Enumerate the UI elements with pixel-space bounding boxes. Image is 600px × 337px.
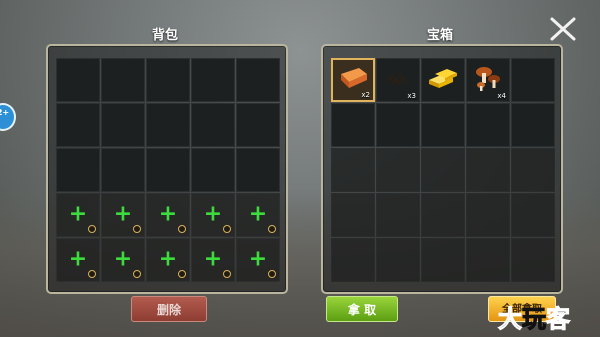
plus-icon: +: [203, 246, 223, 272]
backpack-slot[interactable]: [191, 148, 235, 192]
chest-grid: x2 x3 x4: [331, 58, 555, 282]
watermark-char-1: 大: [498, 304, 523, 334]
locked-slot[interactable]: +: [236, 193, 280, 237]
item-quantity: x4: [497, 92, 506, 100]
chest-slot[interactable]: [331, 193, 375, 237]
locked-slot[interactable]: +: [56, 193, 100, 237]
backpack-panel: + + + + + + + + + +: [46, 44, 288, 294]
unlock-coin-icon: [223, 270, 231, 278]
unlock-coin-icon: [88, 225, 96, 233]
chest-slot[interactable]: [421, 103, 465, 147]
backpack-slot[interactable]: [146, 58, 190, 102]
unlock-coin-icon: [268, 225, 276, 233]
item-quantity: x3: [407, 92, 416, 100]
gold-bars-icon: [427, 66, 459, 94]
chest-slot[interactable]: [376, 103, 420, 147]
chest-slot[interactable]: [511, 58, 555, 102]
locked-slot[interactable]: +: [191, 238, 235, 282]
chest-panel: x2 x3 x4: [321, 44, 563, 294]
backpack-grid: + + + + + + + + + +: [56, 58, 280, 282]
plus-icon: +: [158, 246, 178, 272]
brick-icon: [337, 66, 369, 94]
backpack-slot[interactable]: [236, 148, 280, 192]
chest-slot[interactable]: [466, 103, 510, 147]
plus-icon: +: [113, 246, 133, 272]
plus-icon: +: [113, 201, 133, 227]
unlock-coin-icon: [223, 225, 231, 233]
locked-slot[interactable]: +: [101, 193, 145, 237]
unlock-coin-icon: [133, 270, 141, 278]
chest-slot[interactable]: [511, 193, 555, 237]
chest-slot[interactable]: [331, 238, 375, 282]
chest-slot[interactable]: [421, 148, 465, 192]
chest-slot[interactable]: [511, 148, 555, 192]
backpack-slot[interactable]: [101, 103, 145, 147]
backpack-slot[interactable]: [56, 58, 100, 102]
chest-slot[interactable]: x4: [466, 58, 510, 102]
chest-slot[interactable]: [421, 58, 465, 102]
seeds-icon: [382, 67, 414, 93]
unlock-coin-icon: [178, 225, 186, 233]
locked-slot[interactable]: +: [191, 193, 235, 237]
backpack-slot[interactable]: [236, 103, 280, 147]
chest-slot[interactable]: [376, 238, 420, 282]
plus-icon: +: [68, 201, 88, 227]
backpack-slot[interactable]: [146, 148, 190, 192]
close-icon[interactable]: [549, 16, 577, 42]
locked-slot[interactable]: +: [146, 193, 190, 237]
locked-slot[interactable]: +: [146, 238, 190, 282]
unlock-coin-icon: [88, 270, 96, 278]
chest-slot[interactable]: [331, 148, 375, 192]
chest-slot[interactable]: [421, 238, 465, 282]
watermark-char-3: 客: [546, 304, 571, 334]
take-button[interactable]: 拿 取: [326, 296, 398, 322]
locked-slot[interactable]: +: [101, 238, 145, 282]
chest-slot[interactable]: [376, 148, 420, 192]
delete-button[interactable]: 删除: [131, 296, 207, 322]
plus-icon: +: [158, 201, 178, 227]
chest-slot[interactable]: [331, 103, 375, 147]
plus-icon: +: [248, 201, 268, 227]
backpack-slot[interactable]: [56, 148, 100, 192]
backpack-slot[interactable]: [191, 103, 235, 147]
unlock-coin-icon: [178, 270, 186, 278]
backpack-slot[interactable]: [101, 148, 145, 192]
watermark-char-2: 玩: [522, 304, 547, 334]
chest-slot[interactable]: [421, 193, 465, 237]
chest-slot[interactable]: [466, 238, 510, 282]
backpack-title: 背包: [151, 28, 178, 43]
chest-slot[interactable]: x3: [376, 58, 420, 102]
locked-slot[interactable]: +: [236, 238, 280, 282]
chest-slot[interactable]: [466, 148, 510, 192]
plus-icon: +: [68, 246, 88, 272]
chest-slot[interactable]: [511, 238, 555, 282]
backpack-slot[interactable]: [146, 103, 190, 147]
backpack-slot[interactable]: [236, 58, 280, 102]
plus-icon: +: [248, 246, 268, 272]
plus-icon: +: [203, 201, 223, 227]
chest-slot[interactable]: x2: [331, 58, 375, 102]
item-quantity: x2: [361, 91, 370, 99]
chest-slot[interactable]: [466, 193, 510, 237]
backpack-slot[interactable]: [56, 103, 100, 147]
level-badge[interactable]: 2+: [0, 103, 16, 131]
unlock-coin-icon: [133, 225, 141, 233]
chest-slot[interactable]: [376, 193, 420, 237]
level-badge-text: 2+: [0, 108, 10, 117]
chest-slot[interactable]: [511, 103, 555, 147]
backpack-slot[interactable]: [101, 58, 145, 102]
locked-slot[interactable]: +: [56, 238, 100, 282]
chest-title: 宝箱: [426, 28, 453, 43]
watermark-logo: 大玩客: [498, 299, 571, 334]
backpack-slot[interactable]: [191, 58, 235, 102]
unlock-coin-icon: [268, 270, 276, 278]
